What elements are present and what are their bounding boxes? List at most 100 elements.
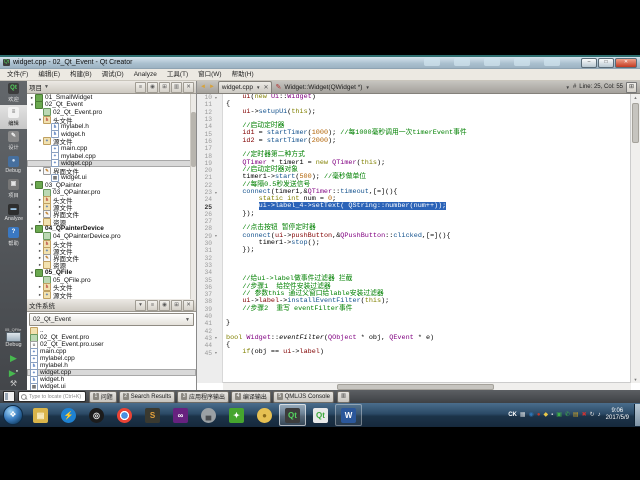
- pane-tool-icon[interactable]: ≡: [147, 299, 158, 311]
- menu-file[interactable]: 文件(F): [2, 70, 33, 80]
- sync-tray-icon[interactable]: ↻: [590, 411, 595, 419]
- symbol-selector[interactable]: Widget::Widget(QWidget *): [284, 84, 362, 91]
- tree-scrollbar[interactable]: [190, 94, 196, 299]
- build-button[interactable]: ⚒: [10, 378, 17, 390]
- tree-item[interactable]: ▾ 05_QFile: [27, 268, 196, 277]
- mode-help[interactable]: ? 帮助: [0, 225, 27, 249]
- output-pane-button-5[interactable]: 5 QML/JS Console: [272, 390, 334, 403]
- fold-marker-icon[interactable]: ▾: [212, 233, 220, 239]
- tree-item[interactable]: ▾ 02_Qt_Event: [27, 100, 196, 109]
- console-icon[interactable]: ▥: [337, 390, 350, 403]
- menu-build[interactable]: 构建(B): [65, 70, 97, 80]
- mode-analyze[interactable]: ▬ Analyze: [0, 201, 27, 225]
- title-bar[interactable]: Qt widget.cpp - 02_Qt_Event - Qt Creator…: [0, 57, 640, 69]
- mode-design[interactable]: ✎ 设计: [0, 129, 27, 153]
- file-list-item[interactable]: + main.cpp: [27, 347, 196, 356]
- taskbar-clock[interactable]: 9:06 2017/5/9: [606, 408, 629, 422]
- menu-analyze[interactable]: Analyze: [129, 70, 162, 80]
- taskbar-item-explorer[interactable]: ▤: [27, 404, 54, 426]
- start-button[interactable]: ❖: [3, 405, 23, 425]
- taskbar-item-evernote[interactable]: ✦: [223, 404, 250, 426]
- taskbar-item-word[interactable]: W: [335, 404, 362, 426]
- code-line[interactable]: bool Widget::eventFilter(QObject * obj, …: [223, 334, 631, 342]
- scrollbar-thumb[interactable]: [632, 103, 639, 143]
- file-list-item[interactable]: h mylabel.h: [27, 361, 196, 370]
- tree-item[interactable]: ▸ 01_SmallWidget: [27, 94, 196, 102]
- code-line[interactable]: }: [223, 320, 631, 327]
- fold-marker-icon[interactable]: ▾: [212, 335, 220, 341]
- tree-item[interactable]: ▸ + 源文件: [27, 290, 196, 299]
- file-list-item[interactable]: ..: [27, 327, 196, 335]
- menu-window[interactable]: 窗口(W): [193, 70, 226, 80]
- code-line[interactable]: });: [223, 247, 631, 254]
- volume-icon[interactable]: ♪: [598, 411, 601, 419]
- file-list-item[interactable]: + mylabel.cpp: [27, 354, 196, 363]
- code-area[interactable]: 10 ▾ 11 12 13 14 15 16 17 18 19 20 21 22 23 ▾ 24 25 26 27 28…: [197, 94, 640, 390]
- code-text[interactable]: ui(new Ui::Widget){ ui->setupUi(this); /…: [223, 94, 631, 383]
- chevron-down-icon[interactable]: ▼: [44, 84, 49, 90]
- code-line[interactable]: ui->label_4->setText( QString::number(nu…: [223, 202, 631, 211]
- scrollbar-thumb[interactable]: [337, 384, 495, 390]
- show-desktop-button[interactable]: [634, 404, 640, 426]
- forward-icon[interactable]: ►: [209, 84, 215, 90]
- code-line[interactable]: if(obj == ui->label): [223, 349, 631, 356]
- code-line[interactable]: ui(new Ui::Widget): [223, 94, 631, 101]
- code-line[interactable]: [223, 313, 631, 320]
- output-pane-button-2[interactable]: 2 Search Results: [118, 390, 176, 403]
- tree-item[interactable]: ▾ 04_QPainterDevice: [27, 225, 196, 233]
- scroll-down-icon[interactable]: ▼: [631, 376, 640, 383]
- tree-item[interactable]: ▾ + 源文件: [27, 137, 196, 146]
- sync-icon[interactable]: ◉: [147, 81, 158, 93]
- update-icon[interactable]: ◉: [529, 411, 534, 419]
- close-icon[interactable]: ✕: [183, 81, 194, 93]
- taskbar-item-sublime-text[interactable]: S: [139, 404, 166, 426]
- alert-icon[interactable]: ✖: [582, 411, 587, 419]
- filesystem-folder-select[interactable]: 02_Qt_Event ▼: [29, 313, 194, 326]
- tree-item[interactable]: ▾ 03_QPainter: [27, 181, 196, 190]
- output-pane-button-3[interactable]: 3 应用程序输出: [177, 390, 230, 403]
- run-button[interactable]: ▶: [10, 352, 17, 365]
- taskbar-item-qt-creator[interactable]: Qt: [279, 404, 306, 426]
- split-editor-icon[interactable]: ⊞: [626, 81, 637, 93]
- status-red-icon[interactable]: ●: [537, 411, 541, 419]
- chevron-down-icon[interactable]: ▼: [565, 85, 569, 90]
- pane-tool-icon[interactable]: ✕: [183, 299, 194, 311]
- split-icon[interactable]: ▥: [171, 81, 182, 93]
- horizontal-scrollbar[interactable]: [223, 382, 631, 390]
- mode-projects[interactable]: ▣ 项目: [0, 177, 27, 201]
- drive-icon[interactable]: ▤: [573, 411, 579, 419]
- code-line[interactable]: [223, 262, 631, 269]
- mode-debug[interactable]: ● Debug: [0, 153, 27, 177]
- fold-marker-icon[interactable]: ▾: [212, 350, 220, 356]
- fold-marker-icon[interactable]: ▾: [212, 95, 220, 101]
- taskbar-item-pet-app[interactable]: ●: [251, 404, 278, 426]
- tree-item[interactable]: ▸ 资源: [27, 217, 196, 227]
- file-list-item[interactable]: + widget.cpp: [27, 368, 196, 377]
- chevron-down-icon[interactable]: ▼: [365, 85, 369, 90]
- weather-icon[interactable]: ◆: [543, 411, 548, 419]
- output-pane-button-4[interactable]: 4 编译输出: [231, 390, 271, 403]
- pane-tool-icon[interactable]: ▾: [135, 299, 146, 311]
- menu-edit[interactable]: 编辑(E): [33, 70, 65, 80]
- fold-marker-icon[interactable]: ▾: [212, 190, 220, 196]
- chat-icon[interactable]: ▪: [551, 411, 553, 419]
- tree-item[interactable]: ▦ widget.ui: [27, 173, 196, 182]
- maximize-button[interactable]: □: [598, 57, 614, 68]
- locator-input[interactable]: Type to locate (Ctrl+K): [18, 391, 86, 402]
- back-icon[interactable]: ◄: [200, 84, 206, 90]
- minimize-button[interactable]: –: [581, 57, 597, 68]
- ime-indicator[interactable]: CK: [508, 411, 517, 419]
- close-icon[interactable]: ✕: [263, 84, 268, 91]
- menu-tools[interactable]: 工具(T): [162, 70, 193, 80]
- mode-edit[interactable]: ≡ 编辑: [0, 105, 27, 129]
- tree-item[interactable]: ▸ 资源: [27, 261, 196, 270]
- menu-help[interactable]: 帮助(H): [227, 70, 259, 80]
- close-button[interactable]: ✕: [615, 57, 637, 68]
- output-pane-button-1[interactable]: 1 问题: [89, 390, 117, 403]
- file-list-item[interactable]: ▦ widget.ui: [27, 382, 196, 390]
- file-list-item[interactable]: 02_Qt_Event.pro: [27, 333, 196, 342]
- security-icon[interactable]: ▣: [556, 411, 562, 419]
- pane-tool-icon[interactable]: ◉: [159, 299, 170, 311]
- code-line[interactable]: });: [223, 210, 631, 218]
- sidebar-toggle-button[interactable]: [3, 391, 15, 402]
